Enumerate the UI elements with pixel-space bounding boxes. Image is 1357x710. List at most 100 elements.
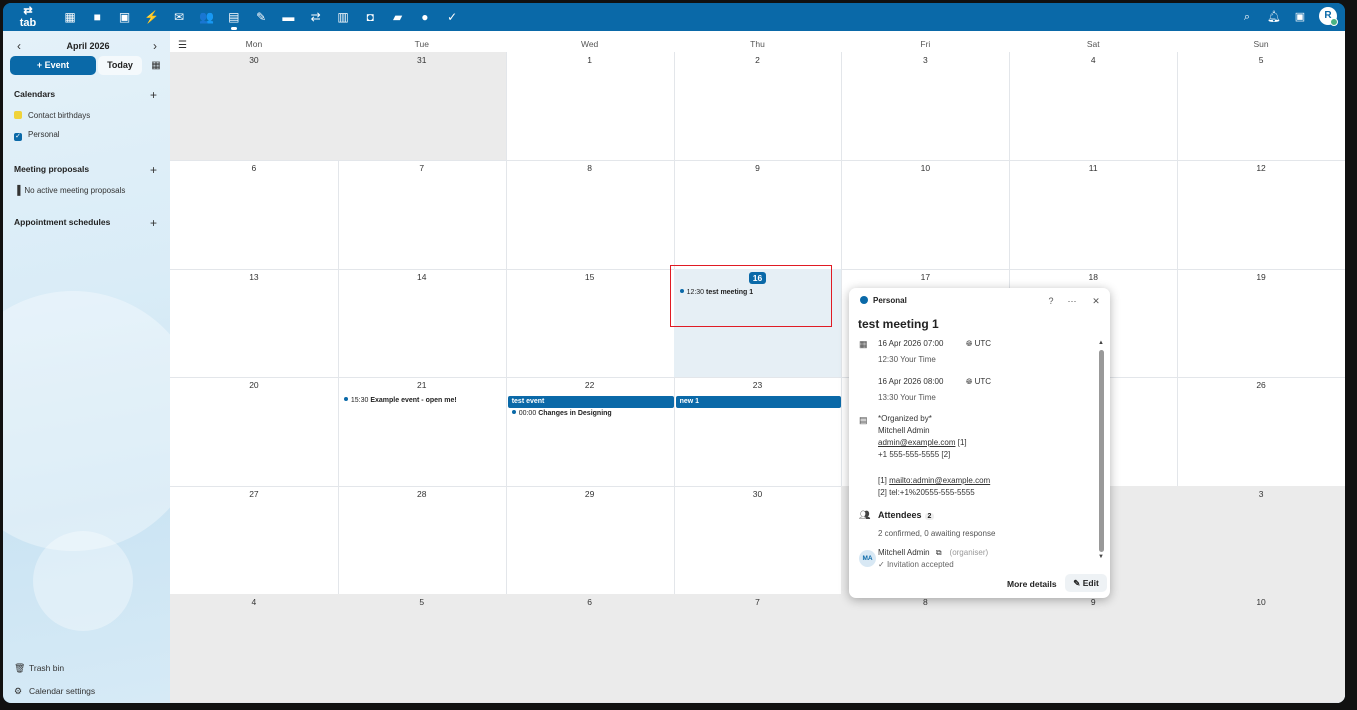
trash-bin-link[interactable]: 🗑︎ Trash bin <box>14 663 64 674</box>
day-cell[interactable]: 30 <box>673 485 843 595</box>
day-cell[interactable]: 30 <box>170 52 339 162</box>
day-number[interactable]: 29 <box>506 489 674 499</box>
day-number[interactable]: 23 <box>674 380 842 390</box>
previous-month-button[interactable]: ‹ <box>11 38 27 54</box>
calendar-icon[interactable]: ▤ <box>224 7 244 30</box>
notes-icon[interactable]: ✎ <box>251 7 271 27</box>
photos-icon[interactable]: ▣ <box>115 7 135 27</box>
day-cell[interactable]: 20 <box>170 377 339 487</box>
deck-icon[interactable]: ▬ <box>278 7 298 27</box>
day-cell[interactable]: 21 <box>337 377 507 487</box>
contacts-icon[interactable]: 👥 <box>197 7 217 27</box>
scroll-down-icon[interactable]: ▼ <box>1098 554 1104 560</box>
event-changes-in-designing[interactable]: 00:00 Changes in Designing <box>511 410 612 417</box>
day-number[interactable]: 3 <box>1177 489 1345 499</box>
mailto-link[interactable]: mailto:admin@example.com <box>889 476 990 485</box>
day-number[interactable]: 1 <box>506 55 674 65</box>
briefcase-icon[interactable]: ▰ <box>388 7 408 27</box>
day-number[interactable]: 30 <box>674 489 842 499</box>
day-cell[interactable]: 5 <box>1177 52 1345 162</box>
day-number[interactable]: 6 <box>170 163 338 173</box>
day-cell[interactable]: 15 <box>505 268 675 379</box>
day-number[interactable]: 3 <box>841 55 1009 65</box>
day-number[interactable]: 7 <box>338 163 506 173</box>
day-number[interactable]: 5 <box>338 597 506 607</box>
day-number[interactable]: 15 <box>506 272 674 282</box>
day-number[interactable]: 13 <box>170 272 338 282</box>
day-number[interactable]: 17 <box>841 272 1009 282</box>
day-number[interactable]: 27 <box>170 489 338 499</box>
event-test-event[interactable]: test event <box>507 396 674 409</box>
day-cell[interactable]: 5 <box>337 594 507 703</box>
globe-icon[interactable]: ● <box>415 7 435 27</box>
day-cell[interactable]: 7 <box>337 160 507 270</box>
month-label[interactable]: April 2026 <box>33 38 143 54</box>
help-icon[interactable]: ? <box>1045 295 1057 307</box>
day-cell[interactable]: 8 <box>841 594 1011 703</box>
activity-icon[interactable]: ⚡ <box>142 7 162 27</box>
day-cell[interactable]: 8 <box>505 160 675 270</box>
day-number[interactable]: 20 <box>170 380 338 390</box>
new-event-button[interactable]: + Event <box>10 56 96 75</box>
day-cell[interactable]: 31 <box>337 52 507 162</box>
tasks-icon[interactable]: ✓ <box>442 7 462 27</box>
contacts-menu-icon[interactable]: ▣ <box>1290 7 1310 27</box>
day-cell[interactable]: 9 <box>1009 594 1179 703</box>
close-icon[interactable]: ✕ <box>1090 295 1102 307</box>
day-cell[interactable]: 28 <box>337 485 507 595</box>
forms-icon[interactable]: ◘ <box>360 7 380 27</box>
day-number[interactable]: 30 <box>170 55 338 65</box>
calendar-settings-link[interactable]: ⚙ Calendar settings <box>14 686 95 697</box>
day-number[interactable]: 4 <box>170 597 338 607</box>
day-number[interactable]: 6 <box>506 597 674 607</box>
calendar-item-contact-birthdays[interactable]: Contact birthdays <box>14 111 90 120</box>
mail-icon[interactable]: ✉ <box>169 7 189 27</box>
day-number[interactable]: 9 <box>1009 597 1177 607</box>
user-avatar[interactable]: R <box>1319 7 1338 26</box>
day-cell[interactable]: 4 <box>1009 52 1179 162</box>
edit-button[interactable]: ✎ Edit <box>1065 574 1107 592</box>
day-number[interactable]: 7 <box>674 597 842 607</box>
day-cell[interactable]: 11 <box>1009 160 1179 270</box>
day-number[interactable]: 31 <box>338 55 506 65</box>
day-cell[interactable]: 9 <box>673 160 843 270</box>
day-cell[interactable]: 22 <box>505 377 675 487</box>
day-number[interactable]: 8 <box>841 597 1009 607</box>
day-number[interactable]: 5 <box>1177 55 1345 65</box>
add-calendar-button[interactable]: + <box>150 89 157 101</box>
day-cell[interactable]: 3 <box>841 52 1011 162</box>
day-number[interactable]: 28 <box>338 489 506 499</box>
next-month-button[interactable]: › <box>147 38 163 54</box>
add-proposal-button[interactable]: + <box>150 164 157 176</box>
day-number[interactable]: 10 <box>841 163 1009 173</box>
day-number[interactable]: 8 <box>506 163 674 173</box>
day-cell[interactable]: 26 <box>1177 377 1345 487</box>
day-cell[interactable]: 6 <box>505 594 675 703</box>
popover-scrollbar[interactable]: ▲ ▼ <box>1098 340 1104 560</box>
day-cell[interactable]: 14 <box>337 268 507 379</box>
day-cell[interactable]: 27 <box>170 485 339 595</box>
day-cell[interactable]: 19 <box>1177 268 1345 379</box>
event-example[interactable]: 15:30 Example event - open me! <box>343 397 457 404</box>
copy-icon[interactable]: ⧉ <box>936 548 942 557</box>
day-number[interactable]: 9 <box>674 163 842 173</box>
event-new-1[interactable]: new 1 <box>675 396 842 409</box>
logo[interactable]: ⇄ tab <box>13 5 43 29</box>
day-number[interactable]: 12 <box>1177 163 1345 173</box>
day-number[interactable]: 18 <box>1009 272 1177 282</box>
day-cell[interactable]: 10 <box>1177 594 1345 703</box>
day-cell[interactable]: 2 <box>673 52 843 162</box>
tables-icon[interactable]: ▥ <box>333 7 353 27</box>
day-number[interactable]: 21 <box>338 380 506 390</box>
checkbox-checked-icon[interactable]: ✓ <box>14 133 22 141</box>
scroll-up-icon[interactable]: ▲ <box>1098 340 1104 346</box>
organizer-email-link[interactable]: admin@example.com <box>878 438 955 447</box>
day-number[interactable]: 19 <box>1177 272 1345 282</box>
day-number[interactable]: 2 <box>674 55 842 65</box>
day-number[interactable]: 22 <box>506 380 674 390</box>
day-cell[interactable]: 10 <box>841 160 1011 270</box>
more-details-button[interactable]: More details <box>1007 579 1057 589</box>
day-cell[interactable]: 29 <box>505 485 675 595</box>
day-number[interactable]: 4 <box>1009 55 1177 65</box>
day-cell[interactable]: 4 <box>170 594 339 703</box>
